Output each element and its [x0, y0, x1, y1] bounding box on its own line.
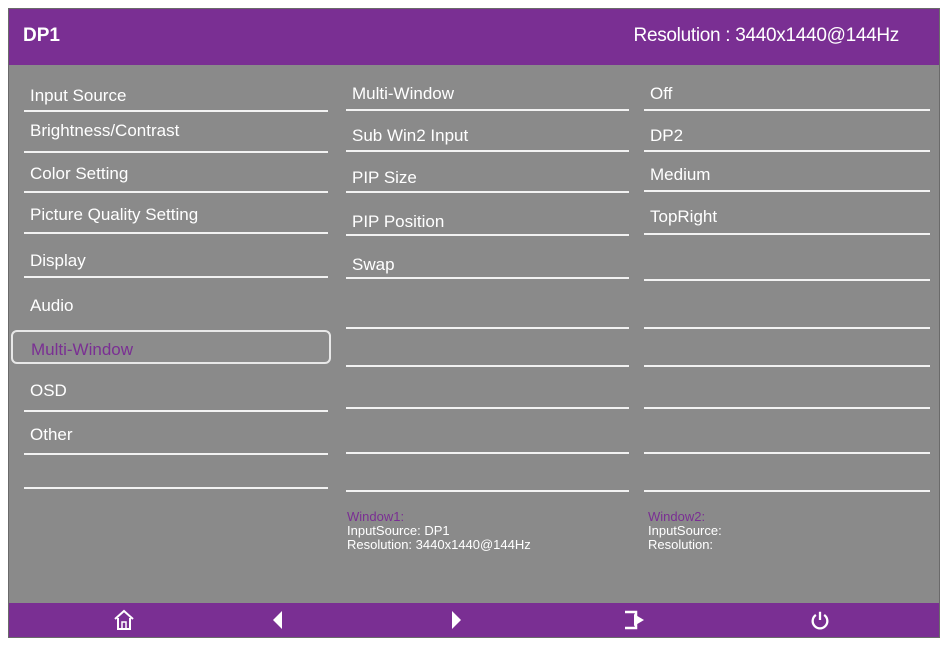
left-arrow-icon	[273, 611, 282, 629]
submenu-empty-row	[346, 414, 629, 454]
osd-header: DP1 Resolution : 3440x1440@144Hz	[9, 9, 939, 65]
menu-item-display[interactable]: Display	[24, 238, 328, 278]
submenu-item-pip-size[interactable]: PIP Size	[346, 153, 629, 193]
value-empty-row	[644, 369, 930, 409]
submenu-item-pip-position[interactable]: PIP Position	[346, 196, 629, 236]
exit-icon	[625, 610, 644, 630]
menu-item-osd[interactable]: OSD	[24, 372, 328, 412]
value-pip-size[interactable]: Medium	[644, 152, 930, 192]
submenu-empty-row	[346, 289, 629, 329]
osd-footer	[9, 603, 939, 637]
window1-info: Window1: InputSource: DP1 Resolution: 34…	[347, 509, 531, 552]
submenu-empty-row	[346, 452, 629, 492]
value-empty-row	[644, 289, 930, 329]
home-icon	[114, 609, 134, 630]
submenu-item-multi-window[interactable]: Multi-Window	[346, 71, 629, 111]
submenu-item-swap[interactable]: Swap	[346, 239, 629, 279]
right-arrow-icon	[452, 611, 461, 629]
resolution-readout: Resolution : 3440x1440@144Hz	[633, 25, 900, 46]
value-sub-win2-input[interactable]: DP2	[644, 112, 930, 152]
value-multi-window[interactable]: Off	[644, 71, 930, 111]
power-icon	[811, 611, 829, 630]
window2-info: Window2: InputSource: Resolution:	[648, 509, 722, 552]
value-empty-row	[644, 414, 930, 454]
input-title: DP1	[23, 25, 60, 46]
value-empty-row	[644, 327, 930, 367]
menu-item-picture-quality[interactable]: Picture Quality Setting	[24, 194, 328, 234]
home-button[interactable]	[110, 606, 138, 634]
submenu-item-sub-win2-input[interactable]: Sub Win2 Input	[346, 112, 629, 152]
right-button[interactable]	[442, 606, 470, 634]
menu-item-audio[interactable]: Audio	[24, 282, 328, 322]
value-pip-position[interactable]: TopRight	[644, 195, 930, 235]
value-empty-row	[644, 452, 930, 492]
power-button[interactable]	[806, 606, 834, 634]
left-button[interactable]	[264, 606, 292, 634]
osd-window: DP1 Resolution : 3440x1440@144Hz Input S…	[8, 8, 940, 638]
submenu-empty-row	[346, 327, 629, 367]
submenu-empty-row	[346, 369, 629, 409]
menu-item-brightness-contrast[interactable]: Brightness/Contrast	[24, 113, 328, 153]
menu-divider	[24, 449, 328, 489]
exit-button[interactable]	[621, 606, 649, 634]
menu-item-input-source[interactable]: Input Source	[24, 72, 328, 112]
menu-item-color-setting[interactable]: Color Setting	[24, 153, 328, 193]
value-swap[interactable]	[644, 241, 930, 281]
menu-item-multi-window[interactable]: Multi-Window	[11, 330, 331, 364]
